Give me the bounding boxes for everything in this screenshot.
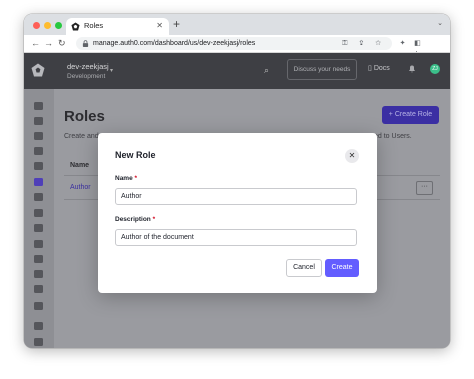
name-label-text: Name [115,175,133,182]
chevron-down-icon[interactable]: ▾ [110,67,113,74]
dialog-title: New Role [115,150,156,160]
address-bar[interactable]: manage.auth0.com/dashboard/us/dev-zeekja… [76,37,392,50]
page-description-tail: ed to Users. [374,133,412,140]
sidebar [24,89,54,348]
marketplace-icon[interactable] [34,285,43,293]
create-button[interactable]: Create [325,259,359,277]
notifications-bell-icon[interactable] [408,64,416,75]
security-shield-icon[interactable] [34,209,43,217]
book-icon: ▯ [368,65,372,72]
forward-icon[interactable]: → [44,37,53,49]
name-input[interactable]: Author [115,188,357,205]
database-icon[interactable] [34,162,43,170]
required-mark: * [152,216,156,223]
description-field-label: Description * [115,216,155,224]
auth0-logo-icon[interactable] [31,63,45,77]
actions-icon[interactable] [34,240,43,248]
maximize-window-button[interactable] [55,22,62,29]
user-management-icon[interactable] [34,178,43,186]
bell-icon [409,65,415,73]
page-title: Roles [64,108,105,125]
extensions-icon[interactable]: ✦ [396,38,409,49]
new-tab-button[interactable]: + [173,17,180,31]
tab-title: Roles [84,21,104,30]
browser-window: Roles ✕ + ⌄ ← → ↻ manage.auth0.com/dashb… [24,14,450,348]
tab-strip: Roles ✕ + ⌄ [24,14,450,35]
name-field-label: Name * [115,175,137,183]
search-icon[interactable]: ⌕ [264,65,269,76]
app-header: dev-zeekjasj Development ▾ ⌕ Discuss you… [24,53,450,89]
url-text: manage.auth0.com/dashboard/us/dev-zeekja… [93,40,256,47]
column-header-name[interactable]: Name [70,162,89,169]
reload-icon[interactable]: ↻ [58,37,66,49]
docs-label: Docs [373,65,390,72]
new-role-dialog: New Role ✕ Name * Author Description * A… [98,133,377,293]
tab-search-icon[interactable]: ⌄ [437,19,443,29]
required-mark: * [134,175,138,182]
branding-icon[interactable] [34,193,43,201]
page-description: Create and [64,133,99,140]
tenant-environment: Development [67,73,106,80]
close-window-button[interactable] [33,22,40,29]
key-share-bookmark-icons[interactable]: ⚿ ⇪ ☆ [342,38,386,49]
applications-icon[interactable] [34,132,43,140]
avatar[interactable]: ZJ [430,64,440,74]
security-icon[interactable] [34,147,43,155]
dashboard-icon[interactable] [34,117,43,125]
tab-close-icon[interactable]: ✕ [156,21,163,31]
browser-toolbar: ← → ↻ manage.auth0.com/dashboard/us/dev-… [24,35,450,58]
tenant-name[interactable]: dev-zeekjasj [67,62,109,71]
monitoring-icon[interactable] [34,224,43,232]
bolt-icon[interactable] [34,102,43,110]
extensions-icon[interactable] [34,270,43,278]
analytics-icon[interactable] [34,255,43,263]
page-viewport: dev-zeekjasj Development ▾ ⌕ Discuss you… [24,53,450,348]
close-icon[interactable]: ✕ [345,149,359,163]
docs-link[interactable]: ▯ Docs [368,59,390,78]
auth0-favicon-icon [71,22,80,31]
description-label-text: Description [115,216,151,223]
role-name-link[interactable]: Author [70,184,91,191]
row-more-button[interactable]: ··· [416,181,433,195]
minimize-window-button[interactable] [44,22,51,29]
cancel-button[interactable]: Cancel [286,259,322,277]
back-icon[interactable]: ← [31,37,40,49]
description-input[interactable]: Author of the document [115,229,357,246]
side-panel-icon[interactable]: ◧ [411,38,424,49]
create-role-button[interactable]: + Create Role [382,106,439,124]
get-started-icon[interactable] [34,322,43,330]
lock-icon [82,40,89,47]
settings-icon[interactable] [34,302,43,310]
browser-tab-roles[interactable]: Roles ✕ [66,18,169,35]
discuss-needs-input[interactable]: Discuss your needs [287,59,357,80]
feedback-icon[interactable] [34,338,43,346]
